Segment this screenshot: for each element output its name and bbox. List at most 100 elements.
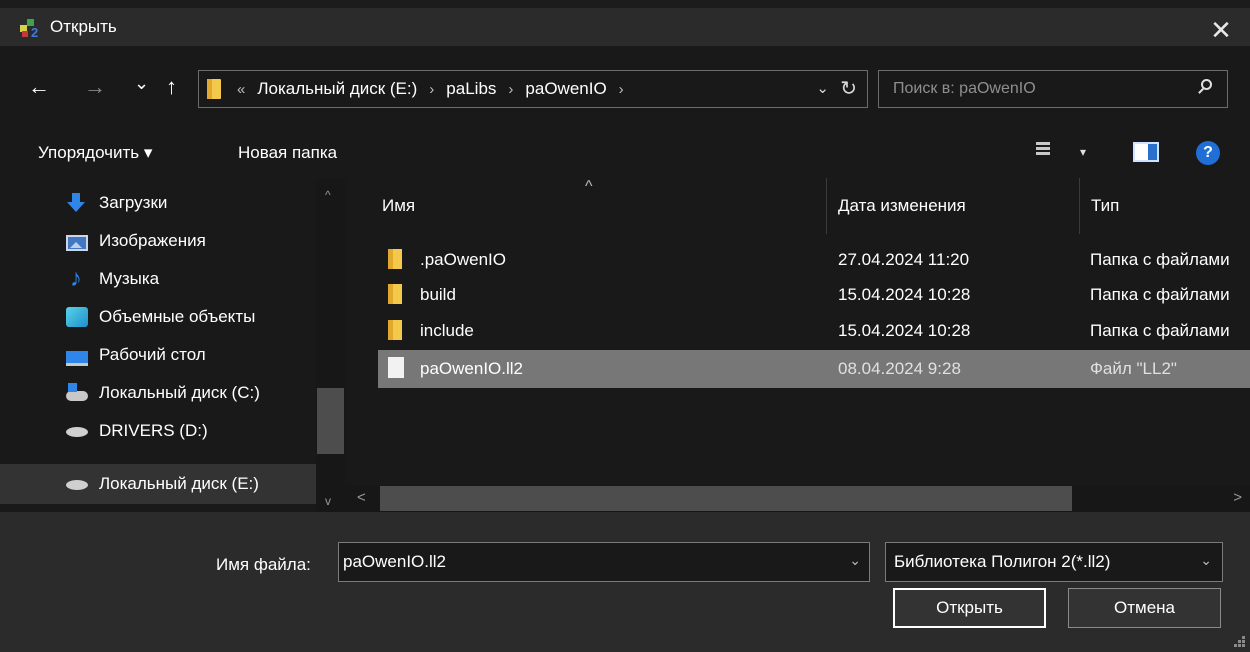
music-icon bbox=[66, 265, 88, 293]
breadcrumb-drive-e[interactable]: Локальный диск (E:) bbox=[257, 79, 417, 99]
sidebar-item-desktop[interactable]: Рабочий стол bbox=[0, 336, 316, 374]
preview-pane-icon[interactable] bbox=[1133, 142, 1159, 162]
sidebar-item-downloads[interactable]: Загрузки bbox=[0, 184, 316, 222]
file-row[interactable]: .paOwenIO 27.04.2024 11:20 Папка с файла… bbox=[378, 241, 1250, 279]
organize-button[interactable]: Упорядочить ▾ bbox=[38, 143, 152, 163]
scroll-down-icon[interactable]: v bbox=[325, 494, 331, 508]
resize-grip-icon[interactable] bbox=[1232, 634, 1246, 648]
column-divider[interactable] bbox=[1079, 178, 1080, 234]
app-icon: 2 bbox=[18, 16, 40, 40]
filename-input[interactable] bbox=[343, 552, 833, 572]
file-type: Папка с файлами bbox=[1090, 285, 1230, 304]
search-box[interactable] bbox=[878, 70, 1228, 108]
file-list: ^ Имя Дата изменения Тип .paOwenIO 27.04… bbox=[345, 178, 1250, 512]
close-button[interactable]: ✕ bbox=[1206, 15, 1236, 45]
file-name: .paOwenIO bbox=[420, 250, 506, 269]
chevron-right-icon[interactable]: › bbox=[619, 81, 624, 98]
scrollbar-thumb[interactable] bbox=[380, 486, 1072, 511]
sidebar-item-drive-d[interactable]: DRIVERS (D:) bbox=[0, 412, 316, 450]
file-type: Файл "LL2" bbox=[1090, 359, 1177, 378]
file-type: Папка с файлами bbox=[1090, 250, 1230, 269]
file-name: paOwenIO.ll2 bbox=[420, 359, 523, 378]
new-folder-button[interactable]: Новая папка bbox=[238, 143, 337, 163]
search-icon[interactable] bbox=[1197, 79, 1213, 95]
file-row[interactable]: build 15.04.2024 10:28 Папка с файлами bbox=[378, 276, 1250, 314]
breadcrumb-palibs[interactable]: paLibs bbox=[446, 79, 496, 99]
close-icon: ✕ bbox=[1210, 14, 1232, 45]
sidebar-item-label: Локальный диск (C:) bbox=[99, 383, 260, 402]
drive-icon bbox=[66, 421, 88, 441]
dialog-footer: Имя файла: ⌄ Библиотека Полигон 2(*.ll2)… bbox=[0, 512, 1250, 652]
chevron-down-icon[interactable]: ⌄ bbox=[849, 552, 861, 569]
sidebar-item-label: DRIVERS (D:) bbox=[99, 421, 208, 440]
filename-label: Имя файла: bbox=[216, 555, 311, 574]
scroll-right-icon[interactable]: > bbox=[1233, 489, 1242, 506]
sidebar-item-3d-objects[interactable]: Объемные объекты bbox=[0, 298, 316, 336]
sidebar-item-music[interactable]: Музыка bbox=[0, 260, 316, 298]
pictures-icon bbox=[66, 235, 88, 251]
folder-icon bbox=[388, 249, 402, 269]
sidebar-item-label: Рабочий стол bbox=[99, 345, 206, 364]
chevron-down-icon[interactable]: ⌄ bbox=[1200, 552, 1212, 569]
refresh-icon[interactable]: ↻ bbox=[840, 76, 857, 101]
help-icon[interactable]: ? bbox=[1196, 141, 1220, 165]
sidebar-item-label: Загрузки bbox=[99, 193, 168, 212]
sidebar-scrollbar[interactable]: ^ v bbox=[316, 178, 345, 512]
sidebar-item-label: Локальный диск (E:) bbox=[99, 474, 259, 493]
back-button[interactable]: ← bbox=[28, 76, 50, 98]
file-date: 15.04.2024 10:28 bbox=[838, 285, 971, 304]
desktop-icon bbox=[66, 350, 88, 366]
file-date: 27.04.2024 11:20 bbox=[838, 250, 970, 269]
column-header-name[interactable]: Имя bbox=[382, 178, 415, 234]
view-dropdown-icon[interactable]: ▾ bbox=[1080, 145, 1086, 159]
up-button[interactable]: ↑ bbox=[166, 76, 177, 98]
view-options-icon[interactable] bbox=[1036, 142, 1050, 160]
cancel-button[interactable]: Отмена bbox=[1068, 588, 1221, 628]
recent-locations-button[interactable]: ⌄ bbox=[134, 72, 149, 94]
sidebar-item-label: Изображения bbox=[99, 231, 206, 250]
download-icon bbox=[66, 193, 88, 213]
overflow-crumb[interactable]: « bbox=[237, 81, 245, 98]
file-type-select[interactable]: Библиотека Полигон 2(*.ll2) ⌄ bbox=[885, 542, 1223, 582]
title-bar: 2 Открыть ✕ bbox=[0, 0, 1250, 46]
sidebar-item-label: Музыка bbox=[99, 269, 160, 288]
scroll-up-icon[interactable]: ^ bbox=[325, 188, 331, 202]
windows-drive-icon bbox=[66, 383, 88, 403]
scroll-left-icon[interactable]: < bbox=[357, 489, 366, 506]
column-header-date[interactable]: Дата изменения bbox=[838, 178, 966, 234]
column-header-type[interactable]: Тип bbox=[1091, 178, 1119, 234]
navigation-pane: Загрузки Изображения Музыка Объемные объ… bbox=[0, 178, 345, 512]
address-bar[interactable]: « Локальный диск (E:) › paLibs › paOwenI… bbox=[198, 70, 868, 108]
file-row-selected[interactable]: paOwenIO.ll2 08.04.2024 9:28 Файл "LL2" bbox=[378, 350, 1250, 388]
file-date: 15.04.2024 10:28 bbox=[838, 321, 971, 340]
drive-icon bbox=[66, 474, 88, 494]
sidebar-item-drive-e[interactable]: Локальный диск (E:) bbox=[0, 464, 316, 504]
sidebar-item-drive-c[interactable]: Локальный диск (C:) bbox=[0, 374, 316, 412]
file-type-value: Библиотека Полигон 2(*.ll2) bbox=[894, 552, 1111, 571]
file-row[interactable]: include 15.04.2024 10:28 Папка с файлами bbox=[378, 312, 1250, 350]
3d-objects-icon bbox=[66, 307, 88, 327]
folder-icon bbox=[388, 320, 402, 340]
file-date: 08.04.2024 9:28 bbox=[838, 359, 961, 378]
address-dropdown-icon[interactable]: ⌄ bbox=[816, 79, 829, 97]
filename-combobox[interactable]: ⌄ bbox=[338, 542, 870, 582]
window-title: Открыть bbox=[50, 17, 117, 36]
open-button[interactable]: Открыть bbox=[893, 588, 1046, 628]
folder-icon bbox=[207, 79, 221, 99]
search-input[interactable] bbox=[893, 80, 1173, 98]
sidebar-item-label: Объемные объекты bbox=[99, 307, 256, 326]
file-type: Папка с файлами bbox=[1090, 321, 1230, 340]
file-name: include bbox=[420, 321, 474, 340]
forward-button[interactable]: → bbox=[84, 76, 106, 98]
sidebar-item-pictures[interactable]: Изображения bbox=[0, 222, 316, 260]
sort-ascending-icon: ^ bbox=[585, 178, 593, 195]
file-name: build bbox=[420, 285, 456, 304]
breadcrumb-paowenio[interactable]: paOwenIO bbox=[525, 79, 606, 99]
horizontal-scrollbar[interactable]: < > bbox=[345, 485, 1250, 512]
chevron-right-icon[interactable]: › bbox=[429, 81, 434, 98]
scrollbar-thumb[interactable] bbox=[317, 388, 344, 454]
folder-icon bbox=[388, 284, 402, 304]
column-divider[interactable] bbox=[826, 178, 827, 234]
command-bar: Упорядочить ▾ Новая папка ▾ ? bbox=[0, 128, 1250, 178]
chevron-right-icon[interactable]: › bbox=[508, 81, 513, 98]
